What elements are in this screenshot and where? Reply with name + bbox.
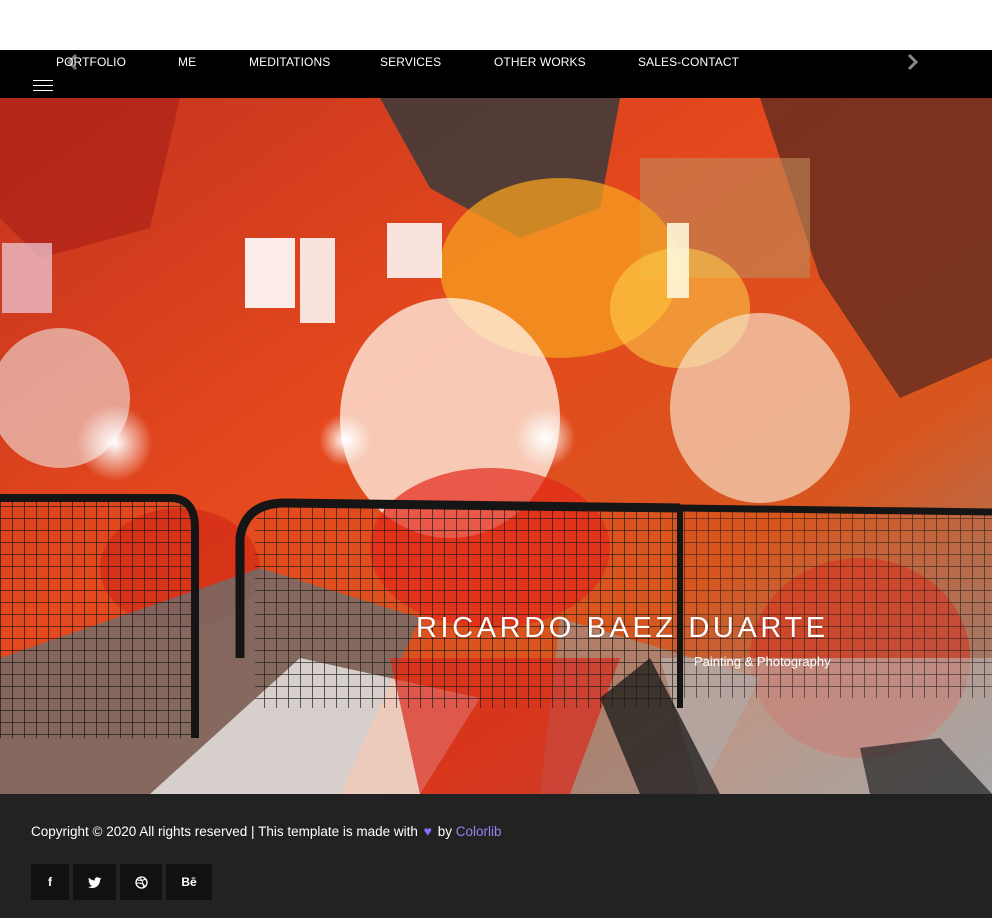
nav-item-meditations[interactable]: MEDITATIONS bbox=[249, 55, 330, 69]
facebook-icon: f bbox=[48, 875, 52, 889]
nav-menu: PORTFOLIO ME MEDITATIONS SERVICES OTHER … bbox=[0, 50, 992, 74]
twitter-icon bbox=[73, 864, 116, 900]
copyright-text: Copyright © 2020 All rights reserved | T… bbox=[31, 823, 502, 839]
nav-item-portfolio[interactable]: PORTFOLIO bbox=[56, 55, 126, 69]
copyright-label: Copyright © 2020 All rights reserved | T… bbox=[31, 824, 418, 839]
hero-subtitle: Painting & Photography bbox=[694, 654, 831, 669]
footer: Copyright © 2020 All rights reserved | T… bbox=[0, 794, 992, 918]
nav-item-other-works[interactable]: OTHER WORKS bbox=[494, 55, 586, 69]
dribbble-icon bbox=[120, 864, 162, 900]
chevron-right-icon bbox=[902, 50, 924, 74]
hero-title: RICARDO BAEZ DUARTE bbox=[416, 612, 829, 645]
facebook-button[interactable]: f bbox=[31, 864, 69, 900]
colorlib-link[interactable]: Colorlib bbox=[456, 824, 502, 839]
carousel-next-arrow[interactable] bbox=[902, 50, 924, 74]
hero-banner: RICARDO BAEZ DUARTE Painting & Photograp… bbox=[0, 98, 992, 794]
hamburger-menu-icon[interactable] bbox=[33, 79, 53, 93]
hero-artwork-image bbox=[0, 98, 992, 794]
top-navbar: PORTFOLIO ME MEDITATIONS SERVICES OTHER … bbox=[0, 50, 992, 98]
twitter-button[interactable] bbox=[73, 864, 116, 900]
nav-item-sales-contact[interactable]: SALES-CONTACT bbox=[638, 55, 739, 69]
nav-item-me[interactable]: ME bbox=[178, 55, 196, 69]
dribbble-button[interactable] bbox=[120, 864, 162, 900]
heart-icon: ♥ bbox=[423, 823, 432, 839]
behance-button[interactable]: Bē bbox=[166, 864, 212, 900]
by-label: by bbox=[437, 824, 452, 839]
behance-icon: Bē bbox=[181, 875, 197, 889]
top-white-space bbox=[0, 0, 992, 50]
nav-item-services[interactable]: SERVICES bbox=[380, 55, 441, 69]
